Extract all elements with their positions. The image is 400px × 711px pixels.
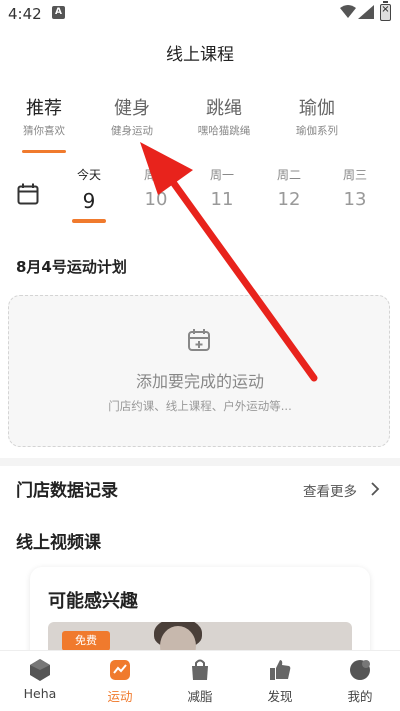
status-time: 4:42 [8,5,42,23]
day-number: 9 [82,189,96,213]
add-exercise-title: 添加要完成的运动 [135,372,264,391]
tab-label: 跳绳 [206,98,242,119]
tab-sublabel: 猜你喜欢 [23,125,65,137]
battery-icon [380,1,391,21]
day-label: 周一 [209,168,234,182]
sport-icon [110,660,130,680]
day-label: 今天 [76,168,101,182]
profile-icon [350,660,370,680]
day-label: 周日 [143,168,168,182]
card-title: 可能感兴趣 [48,591,138,612]
day-tuesday[interactable]: 周二 12 [264,166,314,210]
nav-label: Heha [23,686,57,701]
thumbs-up-icon [270,660,291,680]
tab-fitness[interactable]: 健身 健身运动 [104,94,160,138]
add-exercise-subtitle: 门店约课、线上课程、户外运动等... [108,399,292,413]
day-active-indicator [72,219,106,223]
nav-sport[interactable]: 运动 [90,658,150,705]
heha-icon [30,659,50,681]
notification-a-icon: A [52,6,65,19]
day-sunday[interactable]: 周日 10 [131,166,181,210]
tab-label: 健身 [114,98,150,119]
free-badge: 免费 [62,631,110,651]
plan-title: 8月4号运动计划 [16,258,127,276]
view-more-link[interactable]: 查看更多 [303,480,357,500]
signal-icon [358,5,374,19]
nav-fat-loss[interactable]: 减脂 [170,658,230,705]
day-label: 周三 [342,168,367,182]
tab-sublabel: 瑜伽系列 [296,125,338,137]
tab-jump-rope[interactable]: 跳绳 嘿哈猫跳绳 [192,94,256,138]
tab-recommend[interactable]: 推荐 猜你喜欢 [18,94,70,138]
day-number: 12 [277,189,301,210]
day-monday[interactable]: 周一 11 [197,166,247,210]
online-video-title: 线上视频课 [16,533,101,553]
tab-sublabel: 健身运动 [111,125,153,137]
day-wednesday[interactable]: 周三 13 [330,166,380,210]
shopping-bag-icon [192,659,208,680]
day-number: 10 [144,189,168,210]
day-today[interactable]: 今天 9 [64,166,114,213]
tab-sublabel: 嘿哈猫跳绳 [197,125,251,137]
day-number: 11 [210,189,234,210]
section-divider [0,458,400,466]
calendar-icon[interactable] [17,183,39,205]
day-label: 周二 [276,168,301,182]
chevron-right-icon[interactable] [370,482,380,496]
nav-label: 我的 [347,689,373,704]
nav-mine[interactable]: 我的 [330,658,390,705]
calendar-add-icon [188,329,210,351]
tab-label: 推荐 [26,98,62,119]
nav-label: 减脂 [187,689,213,704]
tab-active-indicator [22,150,66,153]
page-title: 线上课程 [166,45,234,65]
nav-label: 运动 [107,689,133,704]
tab-yoga[interactable]: 瑜伽 瑜伽系列 [288,94,346,138]
wifi-icon [340,5,356,18]
nav-discover[interactable]: 发现 [250,658,310,705]
store-records-title: 门店数据记录 [16,481,118,501]
day-number: 13 [343,189,367,210]
status-bar: 4:42 A [0,0,400,28]
nav-label: 发现 [267,689,293,704]
tab-label: 瑜伽 [299,98,335,119]
nav-heha[interactable]: Heha [10,658,70,701]
